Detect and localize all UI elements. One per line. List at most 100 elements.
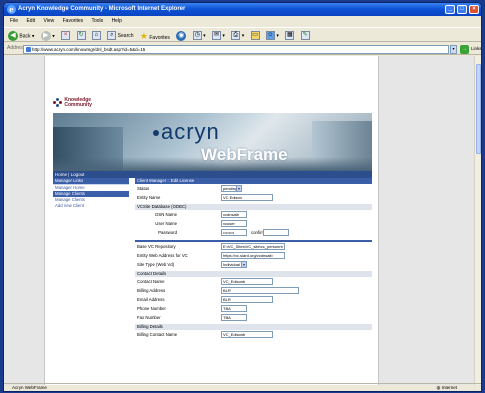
acryn-brand: acryn — [153, 119, 220, 145]
internet-explorer-icon: e — [7, 5, 16, 14]
entity-row: Entity Name VC Edison — [135, 193, 372, 202]
site-type-row: Site Type (Web Vd) Individual ▾ — [135, 260, 372, 269]
favorites-button[interactable]: ★ Favorites — [140, 31, 170, 41]
web-page: Knowledge Community acryn WebFrame Home … — [44, 56, 379, 385]
mail-button[interactable]: ✉ ▾ — [212, 31, 225, 41]
user-row: User Name vcuser — [135, 219, 372, 228]
home-logout-bar[interactable]: Home | Logout — [53, 171, 372, 178]
home-icon: ⌂ — [91, 31, 101, 41]
billing-contact-input[interactable]: VC_Edisonb — [221, 331, 273, 338]
dsn-name-input[interactable]: vcdnsaib — [221, 211, 247, 218]
forward-button[interactable]: ▶ ▾ — [40, 31, 55, 41]
menu-bar: File Edit View Favorites Tools Help — [4, 16, 481, 26]
email-input[interactable]: BLR — [221, 296, 273, 303]
discuss-icon: ✎ — [300, 31, 310, 41]
messenger-icon: ☺ — [266, 31, 275, 41]
webframe-title: WebFrame — [201, 145, 288, 164]
menu-help[interactable]: Help — [112, 18, 122, 24]
print-icon: ⎙ — [231, 31, 241, 41]
toolbar: ◀ Back ▾ ▶ ▾ × ↻ ⌂ ⌕ Search ★ Favorites … — [4, 27, 481, 42]
site-type-select[interactable]: Individual ▾ — [221, 261, 247, 268]
fax-row: Fax Number TBA — [135, 313, 372, 322]
menu-view[interactable]: View — [43, 18, 54, 24]
print-button[interactable]: ⎙ ▾ — [231, 31, 244, 41]
logo-mark-icon — [53, 98, 63, 108]
vertical-scrollbar[interactable] — [474, 56, 481, 385]
web-address-row: Entity Web Address for VC https://vc.sia… — [135, 251, 372, 260]
user-name-input[interactable]: vcuser — [221, 220, 247, 227]
media-button[interactable]: ◉ — [176, 31, 187, 41]
search-button[interactable]: ⌕ Search — [107, 31, 134, 41]
page-icon — [26, 47, 31, 52]
links-label[interactable]: Links — [471, 46, 481, 51]
sidebar-item-add-new-client[interactable]: Add new Client — [53, 203, 129, 209]
password-row: Password •••••••• confirm — [135, 228, 372, 237]
search-icon: ⌕ — [107, 31, 117, 41]
back-arrow-icon: ◀ — [8, 31, 18, 41]
go-button[interactable]: → — [460, 45, 469, 54]
discuss-button[interactable]: ✎ — [300, 31, 310, 41]
history-icon: ◷ — [192, 31, 202, 41]
page-viewport: Knowledge Community acryn WebFrame Home … — [4, 56, 476, 385]
messenger-button[interactable]: ☺ ▾ — [266, 31, 279, 41]
internet-zone: ◍ Internet — [436, 385, 457, 390]
folder-icon: ▭ — [250, 31, 260, 41]
menu-favorites[interactable]: Favorites — [63, 18, 84, 24]
forward-arrow-icon: ▶ — [40, 31, 51, 41]
phone-row: Phone Number TBA — [135, 304, 372, 313]
contact-name-row: Contact Name VC_Edisonb — [135, 277, 372, 286]
base-repo-row: Base VC Repository E:\VC_Sites\VC_site\v… — [135, 242, 372, 251]
stop-button[interactable]: × — [61, 31, 71, 41]
contact-name-input[interactable]: VC_Edisonb — [221, 278, 273, 285]
email-row: Email Address BLR — [135, 295, 372, 304]
edit-license-form: Client Manager :: Edit License Status pe… — [135, 178, 372, 385]
folder-button[interactable]: ▭ — [250, 31, 260, 41]
entity-name-input[interactable]: VC Edison — [221, 194, 273, 201]
stop-icon: × — [61, 31, 71, 41]
fax-input[interactable]: TBA — [221, 314, 247, 321]
logo-line-2: Community — [64, 102, 92, 108]
scrollbar-thumb[interactable] — [476, 64, 481, 154]
status-bar: Acryn WebFrame ◍ Internet — [4, 383, 481, 391]
phone-input[interactable]: TBA — [221, 305, 247, 312]
manager-sidebar: Manager Links Manager Home Manage Client… — [53, 178, 129, 385]
menu-tools[interactable]: Tools — [91, 18, 103, 24]
menu-edit[interactable]: Edit — [26, 18, 35, 24]
star-icon: ★ — [139, 31, 148, 41]
base-repository-input[interactable]: E:\VC_Sites\VC_site\vc_personrb — [221, 243, 285, 250]
address-bar: Address http://www.acryn.com/knowmgr/dnl… — [4, 43, 481, 55]
globe-icon: ◍ — [436, 385, 441, 390]
status-text: Acryn WebFrame — [12, 385, 47, 390]
web-address-input[interactable]: https://vc.siard.org/vcdnsaib — [221, 252, 285, 259]
home-button[interactable]: ⌂ — [91, 31, 101, 41]
confirm-password-input[interactable] — [263, 229, 289, 236]
status-row: Status pending ▾ — [135, 184, 372, 193]
refresh-icon: ↻ — [76, 31, 86, 41]
password-input[interactable]: •••••••• — [221, 229, 247, 236]
address-dropdown-icon[interactable]: ▾ — [450, 45, 457, 54]
history-button[interactable]: ◷ ▾ — [192, 31, 206, 41]
back-button[interactable]: ◀ Back ▾ — [8, 31, 34, 41]
billing-address-row: Billing Address BLR — [135, 286, 372, 295]
minimize-button[interactable]: _ — [445, 5, 455, 14]
title-bar[interactable]: e Acryn Knowledge Community - Microsoft … — [4, 3, 481, 16]
billing-address-input[interactable]: BLR — [221, 287, 299, 294]
status-select[interactable]: pending ▾ — [221, 185, 242, 192]
address-label: Address — [7, 45, 26, 51]
menu-file[interactable]: File — [10, 18, 18, 24]
window-title: Acryn Knowledge Community - Microsoft In… — [18, 6, 186, 12]
refresh-button[interactable]: ↻ — [76, 31, 86, 41]
knowledge-community-logo[interactable]: Knowledge Community — [53, 98, 92, 108]
research-icon: ▦ — [285, 31, 295, 41]
mail-icon: ✉ — [212, 31, 222, 41]
billing-contact-row: Billing Contact Name VC_Edisonb — [135, 330, 372, 339]
chevron-down-icon: ▾ — [236, 186, 241, 191]
webframe-banner: acryn WebFrame — [53, 113, 372, 171]
close-button[interactable]: × — [469, 5, 479, 14]
maximize-button[interactable]: □ — [457, 5, 467, 14]
media-icon: ◉ — [176, 31, 187, 41]
browser-window: e Acryn Knowledge Community - Microsoft … — [3, 2, 482, 392]
address-input[interactable]: http://www.acryn.com/knowmgr/dnl_bsdt.as… — [23, 45, 449, 54]
research-button[interactable]: ▦ — [285, 31, 295, 41]
chevron-down-icon: ▾ — [241, 262, 246, 267]
